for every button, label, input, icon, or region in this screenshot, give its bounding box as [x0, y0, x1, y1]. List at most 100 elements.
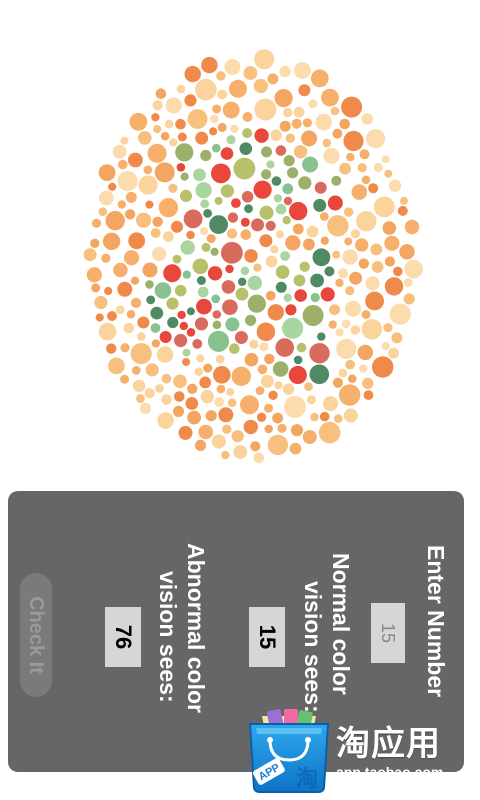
plate-dot	[131, 366, 141, 375]
plate-dot	[160, 131, 170, 141]
plate-dot	[365, 291, 384, 311]
plate-dot	[161, 373, 172, 384]
plate-dot	[226, 135, 236, 145]
plate-dot	[250, 441, 261, 452]
plate-dot	[345, 286, 355, 296]
plate-dot	[186, 307, 195, 316]
plate-dot	[317, 332, 326, 341]
plate-dot	[373, 196, 395, 218]
plate-dot	[327, 215, 349, 237]
plate-dot	[346, 152, 355, 162]
plate-dot	[320, 287, 335, 302]
plate-dot	[226, 228, 238, 239]
plate-dot	[177, 132, 187, 142]
plate-dot	[117, 171, 138, 192]
plate-dot	[107, 311, 117, 321]
plate-dot	[200, 227, 209, 236]
plate-dot	[214, 196, 223, 205]
plate-dot	[283, 196, 293, 206]
plate-dot	[240, 266, 250, 276]
plate-dot	[177, 310, 186, 320]
plate-dot	[128, 232, 146, 250]
plate-dot	[365, 276, 380, 291]
plate-dot	[175, 118, 186, 130]
taobao-app-ad[interactable]: 淘应用 app.taobao.com	[336, 725, 443, 781]
plate-dot	[259, 342, 269, 352]
plate-dot	[152, 100, 163, 111]
plate-dot	[129, 112, 148, 131]
plate-dot	[86, 267, 102, 283]
plate-dot	[184, 94, 197, 107]
plate-dot	[158, 198, 179, 218]
plate-dot	[306, 225, 319, 238]
number-input[interactable]	[371, 603, 405, 663]
plate-dot	[216, 71, 226, 81]
plate-dot	[90, 238, 100, 248]
plate-dot	[290, 424, 304, 437]
plate-dot	[104, 286, 113, 296]
plate-dot	[265, 290, 276, 301]
plate-dot	[226, 388, 235, 396]
plate-dot	[221, 280, 236, 294]
plate-dot	[321, 88, 339, 107]
plate-dot	[225, 317, 240, 332]
plate-dot	[294, 62, 311, 79]
plate-dot	[132, 379, 146, 393]
plate-dot	[172, 254, 182, 264]
plate-dot	[339, 384, 361, 406]
plate-dot	[120, 343, 130, 353]
plate-dot	[270, 129, 283, 142]
plate-dot	[153, 125, 162, 134]
plate-dot	[296, 342, 307, 353]
plate-dot	[146, 295, 156, 305]
plate-dot	[182, 358, 191, 366]
plate-dot	[137, 332, 146, 341]
plate-dot	[182, 270, 191, 279]
plate-dot	[130, 343, 152, 365]
plate-dot	[287, 167, 299, 179]
plate-dot	[283, 155, 295, 167]
plate-dot	[328, 320, 337, 329]
plate-dot	[293, 355, 303, 365]
plate-dot	[253, 78, 268, 94]
plate-dot	[302, 156, 319, 173]
plate-dot	[310, 69, 329, 88]
plate-dot	[94, 295, 108, 310]
plate-dot	[247, 294, 266, 313]
plate-dot	[264, 353, 275, 365]
plate-dot	[215, 354, 225, 364]
plate-dot	[210, 114, 219, 124]
plate-dot	[372, 356, 394, 378]
shopping-bag-app-icon[interactable]: APP 淘	[244, 706, 334, 794]
plate-dot	[279, 65, 291, 78]
plate-dot	[240, 229, 252, 240]
plate-dot	[185, 397, 199, 410]
plate-dot	[302, 118, 312, 128]
plate-dot	[282, 383, 295, 395]
plate-dot	[211, 163, 231, 184]
plate-dot	[345, 300, 362, 317]
plate-dot	[193, 168, 206, 182]
plate-dot	[126, 309, 136, 319]
plate-dot	[163, 231, 174, 243]
plate-dot	[282, 216, 291, 225]
plate-dot	[388, 179, 402, 192]
plate-dot	[206, 234, 216, 244]
plate-dot	[137, 316, 150, 329]
plate-dot	[310, 292, 320, 303]
plate-dot	[187, 383, 198, 394]
plate-dot	[187, 109, 208, 129]
plate-dot	[368, 183, 379, 194]
plate-dot	[130, 276, 140, 285]
plate-dot	[361, 310, 371, 319]
plate-dot	[201, 56, 218, 74]
plate-dot	[227, 398, 237, 408]
plate-dot	[319, 411, 330, 422]
check-it-button[interactable]: Check It	[20, 573, 52, 697]
plate-dot	[222, 424, 232, 434]
plate-dot	[249, 339, 259, 349]
plate-dot	[335, 278, 344, 288]
plate-dot	[370, 243, 383, 256]
plate-dot	[143, 165, 153, 175]
plate-dot	[212, 310, 222, 319]
